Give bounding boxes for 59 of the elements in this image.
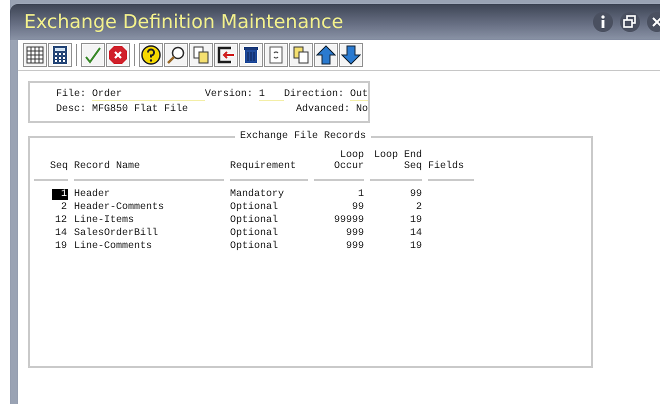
- end-seq-cell-text: 19: [408, 241, 422, 252]
- search-icon[interactable]: [164, 43, 188, 67]
- info-icon[interactable]: [592, 11, 614, 33]
- down-arrow-icon[interactable]: [339, 43, 363, 67]
- file-field[interactable]: Order: [92, 89, 205, 101]
- field-label: Advanced:: [294, 104, 350, 115]
- column-header: Loop End: [374, 150, 422, 161]
- seq-cell[interactable]: 12: [54, 215, 68, 226]
- exit-icon[interactable]: [214, 43, 238, 67]
- direction-field[interactable]: Out: [350, 89, 368, 101]
- version-field[interactable]: 1: [258, 89, 284, 101]
- end-seq-cell-text: 99: [408, 189, 422, 200]
- restore-icon[interactable]: [619, 11, 641, 33]
- seq-cell[interactable]: 1: [52, 189, 68, 200]
- end-seq-cell-text: 14: [408, 228, 422, 239]
- stop-icon[interactable]: [106, 43, 130, 67]
- column-header: Loop: [340, 150, 364, 161]
- requirement-cell-text: Optional: [230, 202, 280, 213]
- column-header: Fields: [428, 161, 466, 172]
- seq-cell[interactable]: 2: [60, 202, 68, 213]
- paste-icon[interactable]: [289, 43, 313, 67]
- column-header: Seq: [50, 161, 68, 172]
- occur-cell-text: 99: [350, 202, 364, 213]
- calculator-icon[interactable]: [48, 43, 72, 67]
- column-header: Seq: [404, 161, 422, 172]
- column-header: Record Name: [74, 161, 142, 172]
- requirement-cell-text: Optional: [230, 241, 280, 252]
- seq-cell[interactable]: 14: [54, 228, 68, 239]
- trash-icon[interactable]: [239, 43, 263, 67]
- advanced-value: No: [356, 104, 368, 115]
- occur-cell-text: 1: [356, 189, 364, 200]
- column-header: Requirement: [230, 161, 298, 172]
- field-label: Direction:: [284, 89, 344, 101]
- field-label: File:: [56, 89, 86, 101]
- end-seq-cell-text: 19: [408, 215, 422, 226]
- record-name-cell-text: Header: [74, 189, 112, 200]
- requirement-cell-text: Mandatory: [230, 189, 286, 200]
- desc-value: MFG850 Flat File: [92, 104, 190, 115]
- seq-cell[interactable]: 19: [54, 241, 68, 252]
- copy-icon[interactable]: [189, 43, 213, 67]
- occur-cell-text: 999: [344, 241, 364, 252]
- grid-icon[interactable]: [23, 43, 47, 67]
- field-label: Desc:: [56, 104, 86, 115]
- requirement-cell-text: Optional: [230, 228, 280, 239]
- occur-cell-text: 999: [344, 228, 364, 239]
- checkmark-icon[interactable]: [81, 43, 105, 67]
- record-name-cell-text: Line-Comments: [74, 241, 154, 252]
- record-name-cell-text: Header-Comments: [74, 202, 166, 213]
- record-name-cell-text: SalesOrderBill: [74, 228, 160, 239]
- help-icon[interactable]: [139, 43, 163, 67]
- window-title: Exchange Definition Maintenance: [24, 11, 344, 33]
- field-label: Version:: [204, 89, 253, 101]
- column-header: Occur: [334, 161, 364, 172]
- record-name-cell-text: Line-Items: [74, 215, 136, 226]
- requirement-cell-text: Optional: [230, 215, 280, 226]
- occur-cell-text: 99999: [332, 215, 364, 226]
- up-arrow-icon[interactable]: [314, 43, 338, 67]
- panel-title: Exchange File Records: [235, 131, 372, 142]
- end-seq-cell-text: 2: [414, 202, 422, 213]
